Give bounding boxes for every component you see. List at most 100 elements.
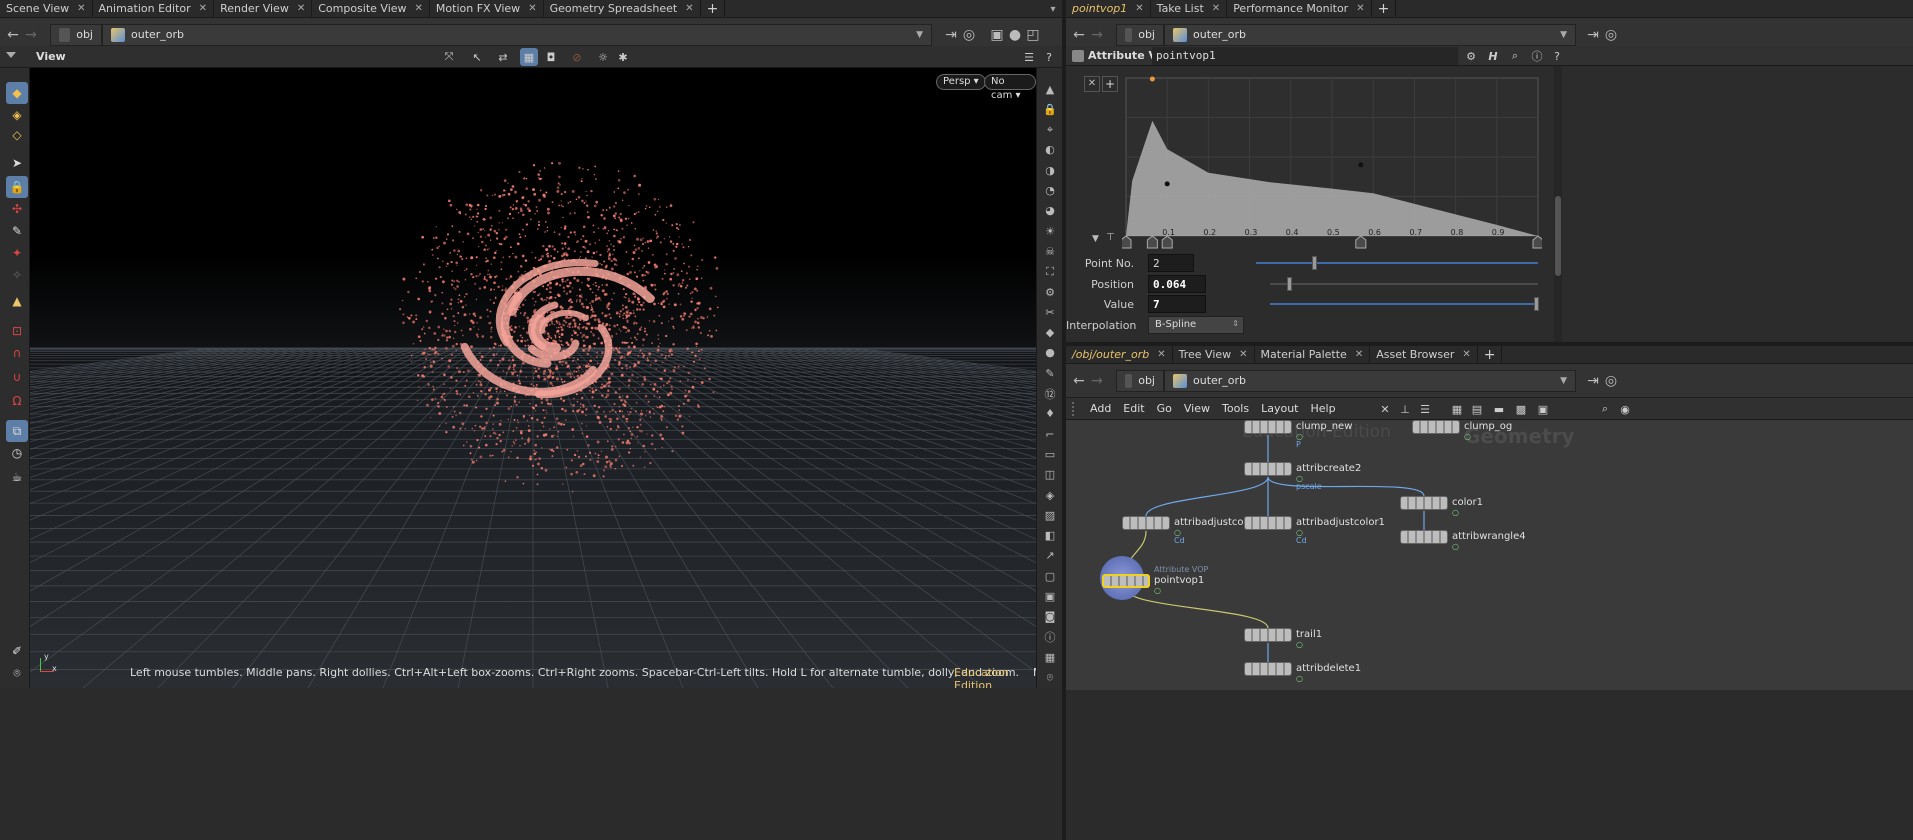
collapse-icon[interactable] [6,52,16,58]
view-icon[interactable]: ⧉ [6,420,28,442]
network-editor[interactable]: Education Edition Geometry clump_newAttr… [1066,420,1913,690]
tab-0-right_top_tabs[interactable]: pointvop1 ✕ [1066,0,1151,18]
display-option-16-icon[interactable]: ♦ [1041,405,1059,423]
net-link-icon[interactable]: ◎ [1602,373,1620,389]
close-icon[interactable]: ✕ [415,3,423,14]
display-option-26-icon[interactable]: ◙ [1041,608,1059,626]
list-icon[interactable]: ☰ [1416,400,1434,418]
display-option-5-icon[interactable]: ◔ [1041,182,1059,200]
param-forward-icon[interactable]: → [1088,27,1106,43]
select-icon[interactable]: ◆ [6,82,28,104]
display-option-18-icon[interactable]: ▭ [1041,445,1059,463]
display-option-21-icon[interactable]: ▨ [1041,506,1059,524]
node-flag-icon[interactable]: ○ [1174,528,1181,537]
net-forward-icon[interactable]: → [1088,373,1106,389]
node-clump_new[interactable] [1244,420,1292,434]
ramp-collapse-icon[interactable]: ▼ [1092,234,1099,244]
display-option-2-icon[interactable]: ⌖ [1041,121,1059,139]
tab-1-right_top_tabs[interactable]: Take List ✕ [1151,0,1228,18]
display-option-29-icon[interactable]: ⌾ [1041,669,1059,687]
net-dropdown-icon[interactable]: ▼ [1560,376,1567,386]
point-no-slider[interactable] [1256,262,1538,264]
select-tool-icon[interactable]: ⤧ [440,48,458,66]
close-icon[interactable]: ✕ [1462,349,1470,360]
display-option-8-icon[interactable]: ☠ [1041,242,1059,260]
persp-menu-button[interactable]: Persp ▾ [936,74,986,90]
magnet-icon[interactable]: ∪ [6,366,28,388]
lock-icon[interactable]: 🔒 [6,176,28,198]
houdini-icon[interactable]: H [1484,47,1502,65]
cup-icon[interactable]: ☕ [6,466,28,488]
forward-arrow-icon[interactable]: → [22,27,40,43]
close-icon[interactable]: ✕ [1135,3,1143,14]
image-icon[interactable]: ▩ [1512,400,1530,418]
display-option-12-icon[interactable]: ◆ [1041,324,1059,342]
net-pin-icon[interactable]: ⇥ [1584,373,1602,389]
close-icon[interactable]: ✕ [1157,349,1165,360]
display-option-11-icon[interactable]: ✂ [1041,303,1059,321]
position-slider-handle[interactable] [1287,277,1293,291]
render-icon[interactable]: ✱ [614,48,632,66]
tree-icon[interactable]: ⊥ [1396,400,1414,418]
node-name-field[interactable]: pointvop1 [1152,47,1458,65]
menu-add[interactable]: Add [1084,402,1117,415]
display-option-24-icon[interactable]: ▢ [1041,567,1059,585]
clock-icon[interactable]: ◷ [6,442,28,464]
close-icon[interactable]: ✕ [685,3,693,14]
info-icon[interactable]: ⓘ [1528,47,1546,65]
close-icon[interactable]: ✕ [1212,3,1220,14]
tab-1-right_bottom_tabs[interactable]: Tree View ✕ [1173,345,1255,364]
param-pin-icon[interactable]: ⇥ [1584,27,1602,43]
paint-icon[interactable]: ✐ [6,640,28,662]
disabled-snap-icon[interactable]: ⊘ [568,48,586,66]
value-slider[interactable] [1270,303,1538,305]
param-link-icon[interactable]: ◎ [1602,27,1620,43]
handle-icon[interactable]: ✣ [6,198,28,220]
display-option-9-icon[interactable]: ⛶ [1041,263,1059,281]
node-pointvop1[interactable] [1102,574,1150,588]
node-attribdelete1[interactable] [1244,662,1292,676]
node-flag-icon[interactable]: ○ [1296,528,1303,537]
ghost-icon[interactable]: ✧ [6,264,28,286]
display-option-6-icon[interactable]: ◕ [1041,202,1059,220]
close-icon[interactable]: ✕ [1239,349,1247,360]
value-slider-handle[interactable] [1534,297,1539,311]
pane-menu-icon[interactable]: ▾ [1044,0,1062,18]
display-option-22-icon[interactable]: ◧ [1041,527,1059,545]
node-attribadjustcolor1[interactable] [1244,516,1292,530]
path-node-crumb[interactable]: outer_orb ▼ [102,23,932,46]
node-flag-icon[interactable]: ○ [1296,432,1303,441]
display-option-3-icon[interactable]: ◐ [1041,141,1059,159]
display-option-1-icon[interactable]: 🔒 [1041,100,1059,118]
param-root-crumb[interactable]: obj [1116,23,1164,46]
close-icon[interactable]: ✕ [297,3,305,14]
box-icon[interactable]: ▣ [1534,400,1552,418]
magnet-alt-icon[interactable]: Ω [6,390,28,412]
display-options-icon[interactable]: ▣ [988,27,1006,43]
camera-view-icon[interactable]: ⌾ [6,662,28,684]
node-attribwrangle4[interactable] [1400,530,1448,544]
gear-icon[interactable]: ⚙ [1462,47,1480,65]
dropdown-icon[interactable]: ▼ [916,30,923,40]
node-flag-icon[interactable]: ○ [1452,508,1459,517]
add-point-button[interactable]: + [1102,76,1118,92]
viewport-menu-icon[interactable]: ☰ [1020,48,1038,66]
tab-2-right_bottom_tabs[interactable]: Material Palette ✕ [1255,345,1371,364]
tab-5-left_tabs[interactable]: Geometry Spreadsheet ✕ [544,0,701,18]
transform-tool-icon[interactable]: ⇄ [494,48,512,66]
link-icon[interactable]: ◎ [960,27,978,43]
tab-2-right_top_tabs[interactable]: Performance Monitor ✕ [1227,0,1372,18]
maximize-icon[interactable]: ◰ [1024,27,1042,43]
close-icon[interactable]: ✕ [528,3,536,14]
display-option-7-icon[interactable]: ☀ [1041,222,1059,240]
wrench-icon[interactable]: ✕ [1376,400,1394,418]
point-no-slider-handle[interactable] [1312,256,1318,270]
zoom-icon[interactable]: ⌕ [1596,400,1614,418]
back-arrow-icon[interactable]: ← [4,27,22,43]
net-node-crumb[interactable]: outer_orb ▼ [1164,369,1576,392]
position-slider[interactable] [1270,283,1538,285]
snapshot-icon[interactable]: ◉ [1616,400,1634,418]
menu-edit[interactable]: Edit [1117,402,1150,415]
node-color1[interactable] [1400,496,1448,510]
camera-icon[interactable]: ● [1006,27,1024,43]
